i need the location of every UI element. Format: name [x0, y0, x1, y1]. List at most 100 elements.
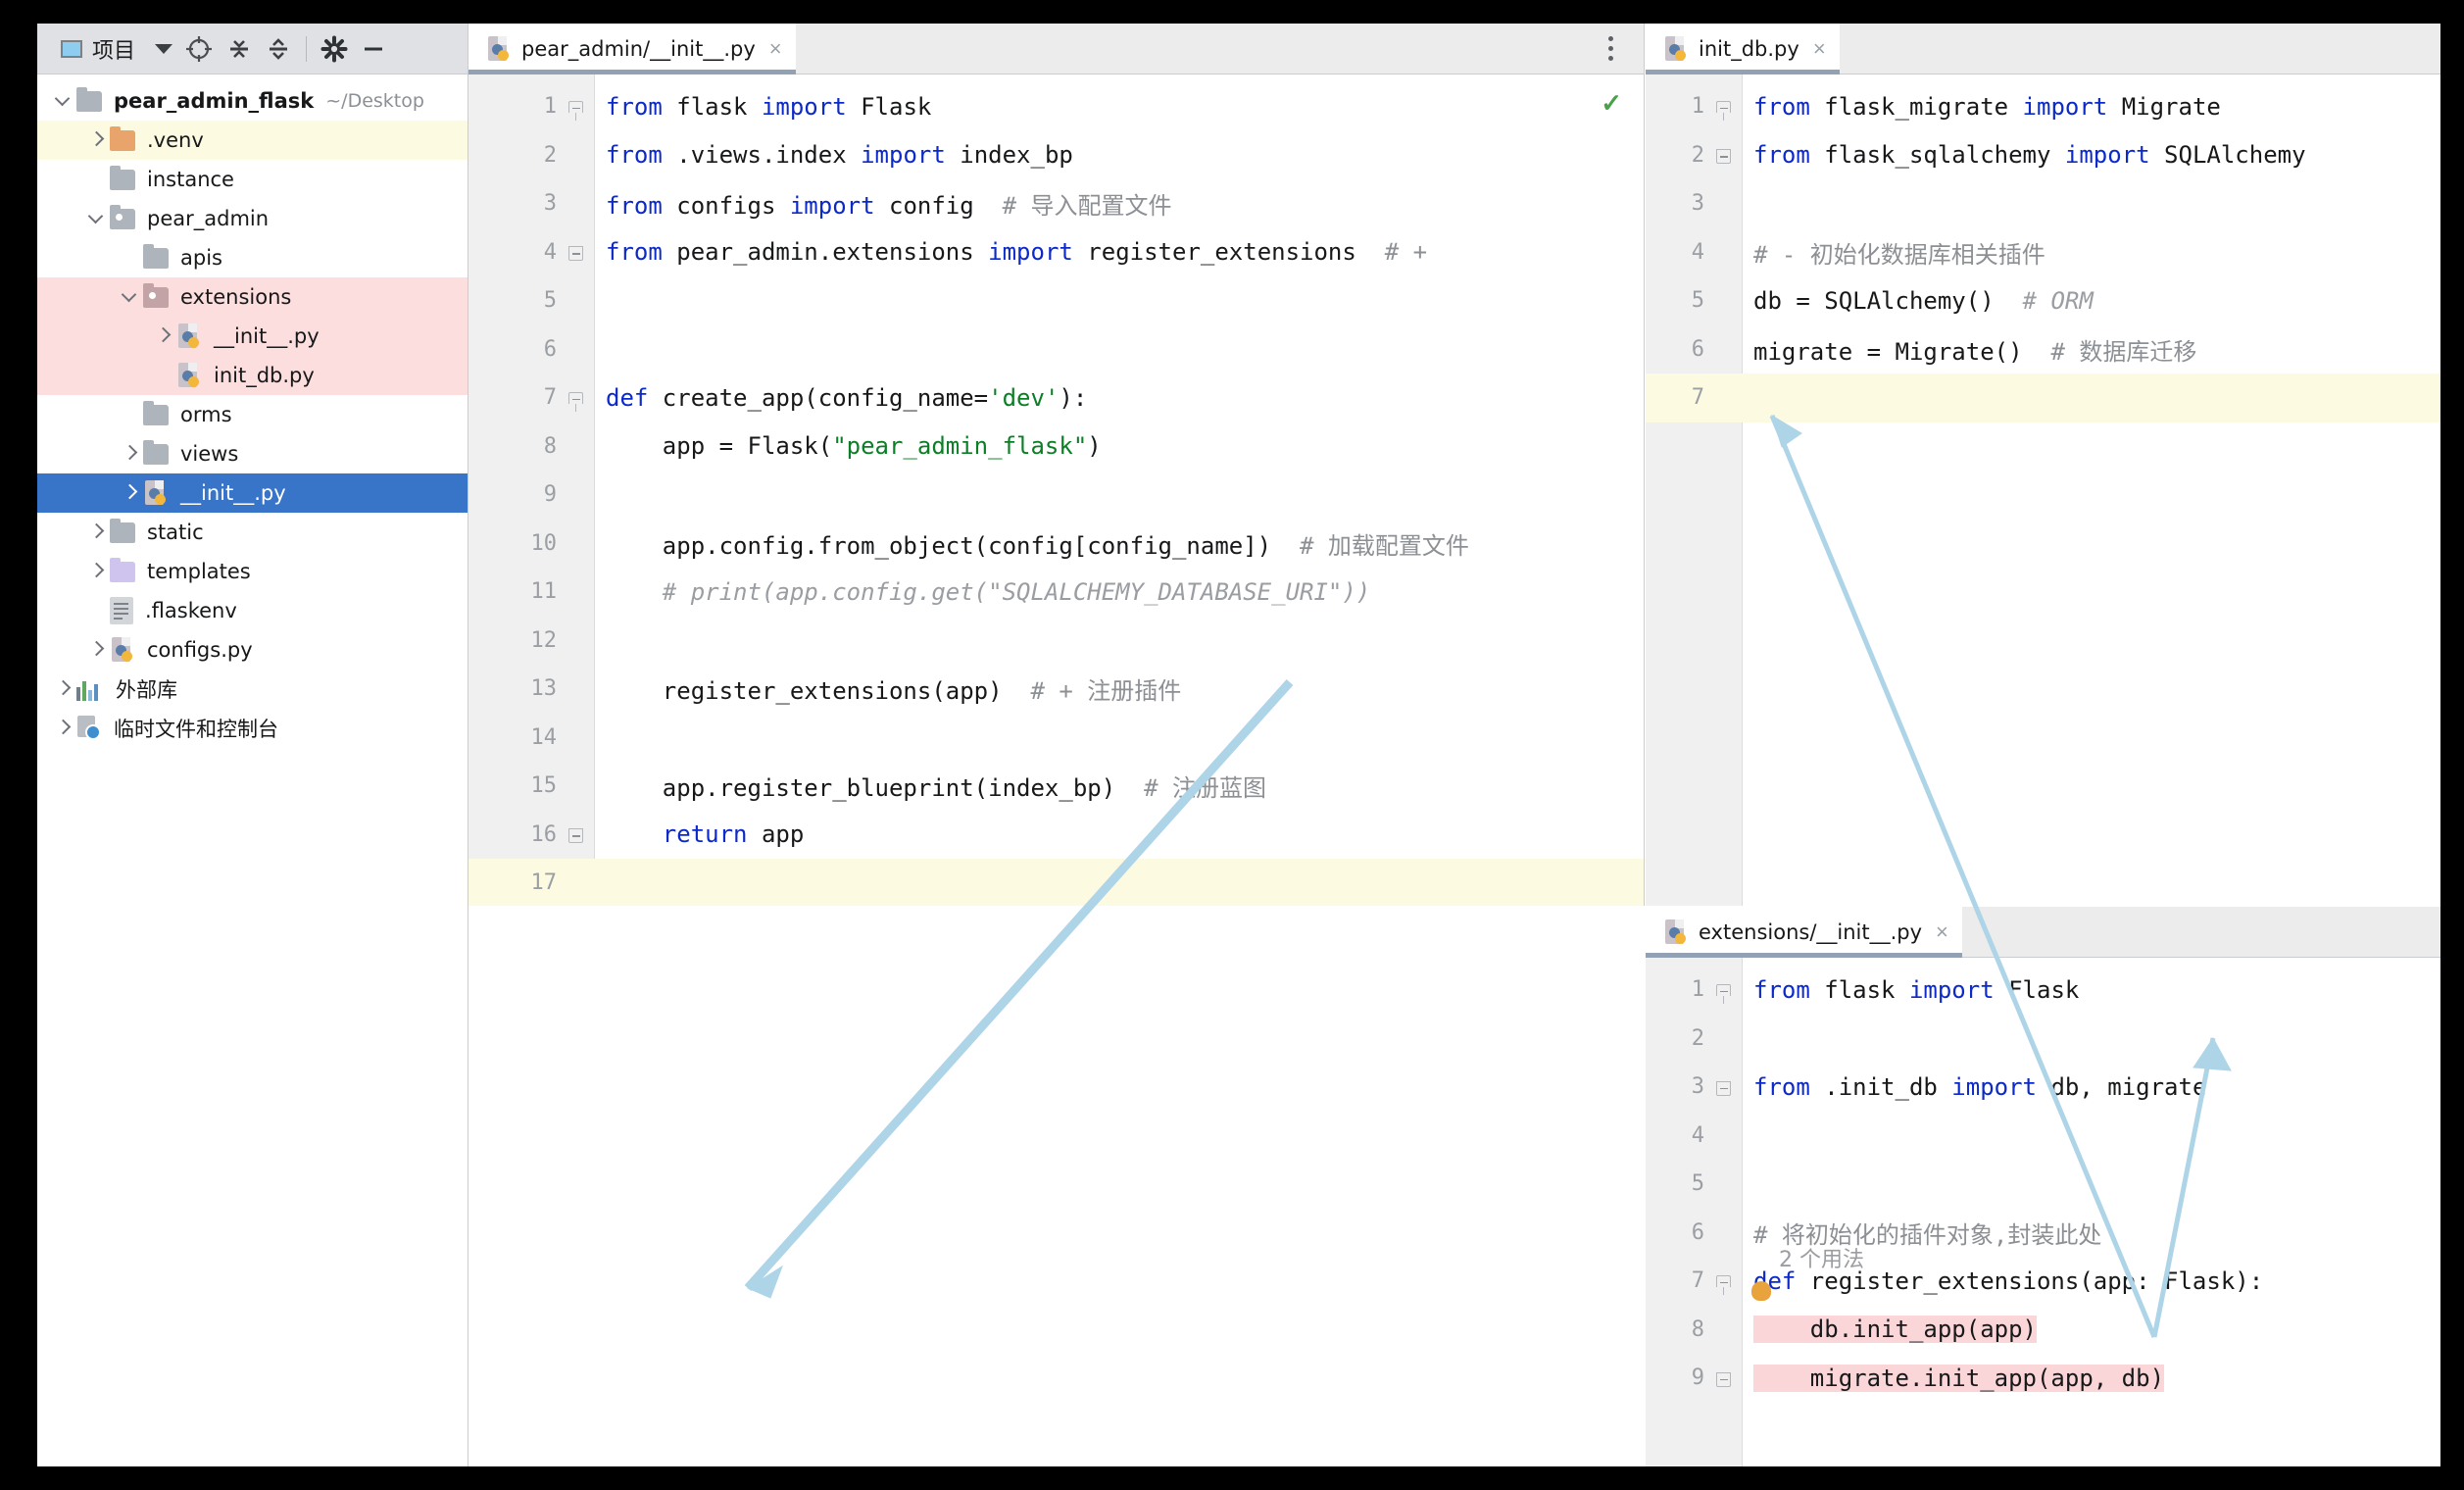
- python-file-icon: [110, 636, 135, 664]
- editor-bottom-right-code[interactable]: 1from flask import Flask23from .init_db …: [1646, 958, 2440, 1466]
- tree-item-flaskenv[interactable]: .flaskenv: [37, 591, 468, 630]
- tree-item-init-db-py[interactable]: init_db.py: [37, 356, 468, 395]
- tab-extensions-init[interactable]: extensions/__init__.py ×: [1646, 907, 1962, 957]
- chevron-right-icon[interactable]: [84, 127, 110, 153]
- tree-item-init-py[interactable]: __init__.py: [37, 473, 468, 513]
- tree-item-pear-admin-flask[interactable]: pear_admin_flask~/Desktop: [37, 81, 468, 121]
- code-line[interactable]: 13 register_extensions(app) # + 注册插件: [468, 665, 1644, 714]
- tree-item-[interactable]: 临时文件和控制台: [37, 709, 468, 748]
- fold-end-icon[interactable]: [1716, 146, 1734, 164]
- code-line[interactable]: 6: [468, 325, 1644, 374]
- tree-item-pear-admin[interactable]: pear_admin: [37, 199, 468, 238]
- editor-main-code[interactable]: 1from flask import Flask2from .views.ind…: [468, 74, 1644, 906]
- scroll-from-source-button[interactable]: [178, 24, 220, 74]
- code-line[interactable]: 12: [468, 617, 1644, 666]
- code-line[interactable]: 4from pear_admin.extensions import regis…: [468, 228, 1644, 277]
- editor-top-right-code[interactable]: 1from flask_migrate import Migrate2from …: [1646, 74, 2440, 906]
- close-icon[interactable]: ×: [1936, 921, 1948, 943]
- code-line[interactable]: 2: [1646, 1015, 2440, 1064]
- tree-item-templates[interactable]: templates: [37, 552, 468, 591]
- code-line[interactable]: 3from .init_db import db, migrate: [1646, 1063, 2440, 1112]
- project-view-dropdown[interactable]: [141, 24, 178, 74]
- fold-expanded-icon[interactable]: [1716, 98, 1734, 116]
- fold-end-icon[interactable]: [568, 243, 586, 261]
- chevron-right-icon[interactable]: [118, 441, 143, 467]
- chevron-right-icon[interactable]: [84, 637, 110, 663]
- settings-button[interactable]: [315, 24, 354, 74]
- collapse-all-button[interactable]: [259, 24, 298, 74]
- fold-end-icon[interactable]: [1716, 1078, 1734, 1096]
- intention-bulb-icon[interactable]: [1751, 1281, 1771, 1301]
- code-line[interactable]: 11 # print(app.config.get("SQLALCHEMY_DA…: [468, 568, 1644, 617]
- code-line[interactable]: 6migrate = Migrate() # 数据库迁移: [1646, 325, 2440, 374]
- code-line[interactable]: 1from flask import Flask: [468, 82, 1644, 131]
- tree-item-extensions[interactable]: extensions: [37, 277, 468, 317]
- code-token: # 加载配置文件: [1300, 532, 1469, 560]
- tree-item-static[interactable]: static: [37, 513, 468, 552]
- code-line[interactable]: 16 return app: [468, 811, 1644, 860]
- chevron-down-icon[interactable]: [51, 88, 76, 114]
- chevron-right-icon[interactable]: [118, 480, 143, 506]
- code-token: app = Flask(: [606, 432, 832, 460]
- code-line[interactable]: 7: [1646, 373, 2440, 422]
- chevron-right-icon[interactable]: [84, 559, 110, 584]
- code-text: # print(app.config.get("SQLALCHEMY_DATAB…: [606, 578, 1370, 606]
- tree-item-views[interactable]: views: [37, 434, 468, 473]
- fold-expanded-icon[interactable]: [1716, 981, 1734, 999]
- code-line[interactable]: 8 app = Flask("pear_admin_flask"): [468, 422, 1644, 472]
- code-line[interactable]: 3from configs import config # 导入配置文件: [468, 179, 1644, 228]
- code-line[interactable]: 10 app.config.from_object(config[config_…: [468, 520, 1644, 569]
- tree-item-configs-py[interactable]: configs.py: [37, 630, 468, 670]
- tree-item-[interactable]: 外部库: [37, 670, 468, 709]
- code-line[interactable]: 17: [468, 859, 1644, 906]
- code-line[interactable]: 3: [1646, 179, 2440, 228]
- code-line[interactable]: 4: [1646, 1112, 2440, 1161]
- code-text: app = Flask("pear_admin_flask"): [606, 432, 1102, 460]
- chevron-right-icon[interactable]: [51, 716, 76, 741]
- chevron-down-icon[interactable]: [118, 284, 143, 310]
- code-line[interactable]: 5: [1646, 1160, 2440, 1209]
- code-token: # + 注册插件: [1030, 677, 1181, 705]
- expand-all-button[interactable]: [220, 24, 259, 74]
- project-view-selector[interactable]: 项目: [55, 24, 141, 74]
- more-options-icon[interactable]: [1606, 36, 1614, 61]
- tree-item-instance[interactable]: instance: [37, 160, 468, 199]
- code-token: flask: [676, 93, 762, 121]
- gear-icon: [320, 35, 348, 63]
- project-tree[interactable]: pear_admin_flask~/Desktop.venvinstancepe…: [37, 75, 468, 1466]
- close-icon[interactable]: ×: [769, 38, 782, 60]
- close-icon[interactable]: ×: [1813, 38, 1826, 60]
- code-line[interactable]: 1from flask_migrate import Migrate: [1646, 82, 2440, 131]
- tab-pear-admin-init[interactable]: pear_admin/__init__.py ×: [468, 24, 796, 74]
- code-line[interactable]: 9: [468, 471, 1644, 520]
- tree-item-venv[interactable]: .venv: [37, 121, 468, 160]
- fold-end-icon[interactable]: [568, 825, 586, 843]
- fold-expanded-icon[interactable]: [568, 98, 586, 116]
- code-line[interactable]: 5: [468, 276, 1644, 325]
- code-line[interactable]: 9 migrate.init_app(app, db): [1646, 1354, 2440, 1403]
- code-line[interactable]: 8 db.init_app(app): [1646, 1306, 2440, 1355]
- chevron-down-icon[interactable]: [84, 206, 110, 231]
- inlay-usage-hint[interactable]: 2 个用法: [1779, 1242, 1864, 1273]
- tree-item-orms[interactable]: orms: [37, 395, 468, 434]
- chevron-right-icon[interactable]: [151, 323, 176, 349]
- tree-item-init-py[interactable]: __init__.py: [37, 317, 468, 356]
- chevron-right-icon[interactable]: [84, 520, 110, 545]
- code-line[interactable]: 15 app.register_blueprint(index_bp) # 注册…: [468, 762, 1644, 811]
- inspection-ok-check[interactable]: ✓: [1601, 88, 1622, 119]
- code-line[interactable]: 4# - 初始化数据库相关插件: [1646, 228, 2440, 277]
- code-line[interactable]: 14: [468, 714, 1644, 763]
- chevron-right-icon[interactable]: [51, 676, 76, 702]
- code-line[interactable]: 6# 将初始化的插件对象,封装此处: [1646, 1209, 2440, 1258]
- tree-item-apis[interactable]: apis: [37, 238, 468, 277]
- code-line[interactable]: 1from flask import Flask: [1646, 966, 2440, 1015]
- code-line[interactable]: 7def create_app(config_name='dev'):: [468, 373, 1644, 422]
- fold-expanded-icon[interactable]: [568, 389, 586, 407]
- hide-panel-button[interactable]: [354, 24, 393, 74]
- fold-expanded-icon[interactable]: [1716, 1272, 1734, 1290]
- code-line[interactable]: 2from flask_sqlalchemy import SQLAlchemy: [1646, 131, 2440, 180]
- fold-end-icon[interactable]: [1716, 1369, 1734, 1387]
- code-line[interactable]: 2from .views.index import index_bp: [468, 131, 1644, 180]
- code-line[interactable]: 5db = SQLAlchemy() # ORM: [1646, 276, 2440, 325]
- tab-init-db[interactable]: init_db.py ×: [1646, 24, 1840, 74]
